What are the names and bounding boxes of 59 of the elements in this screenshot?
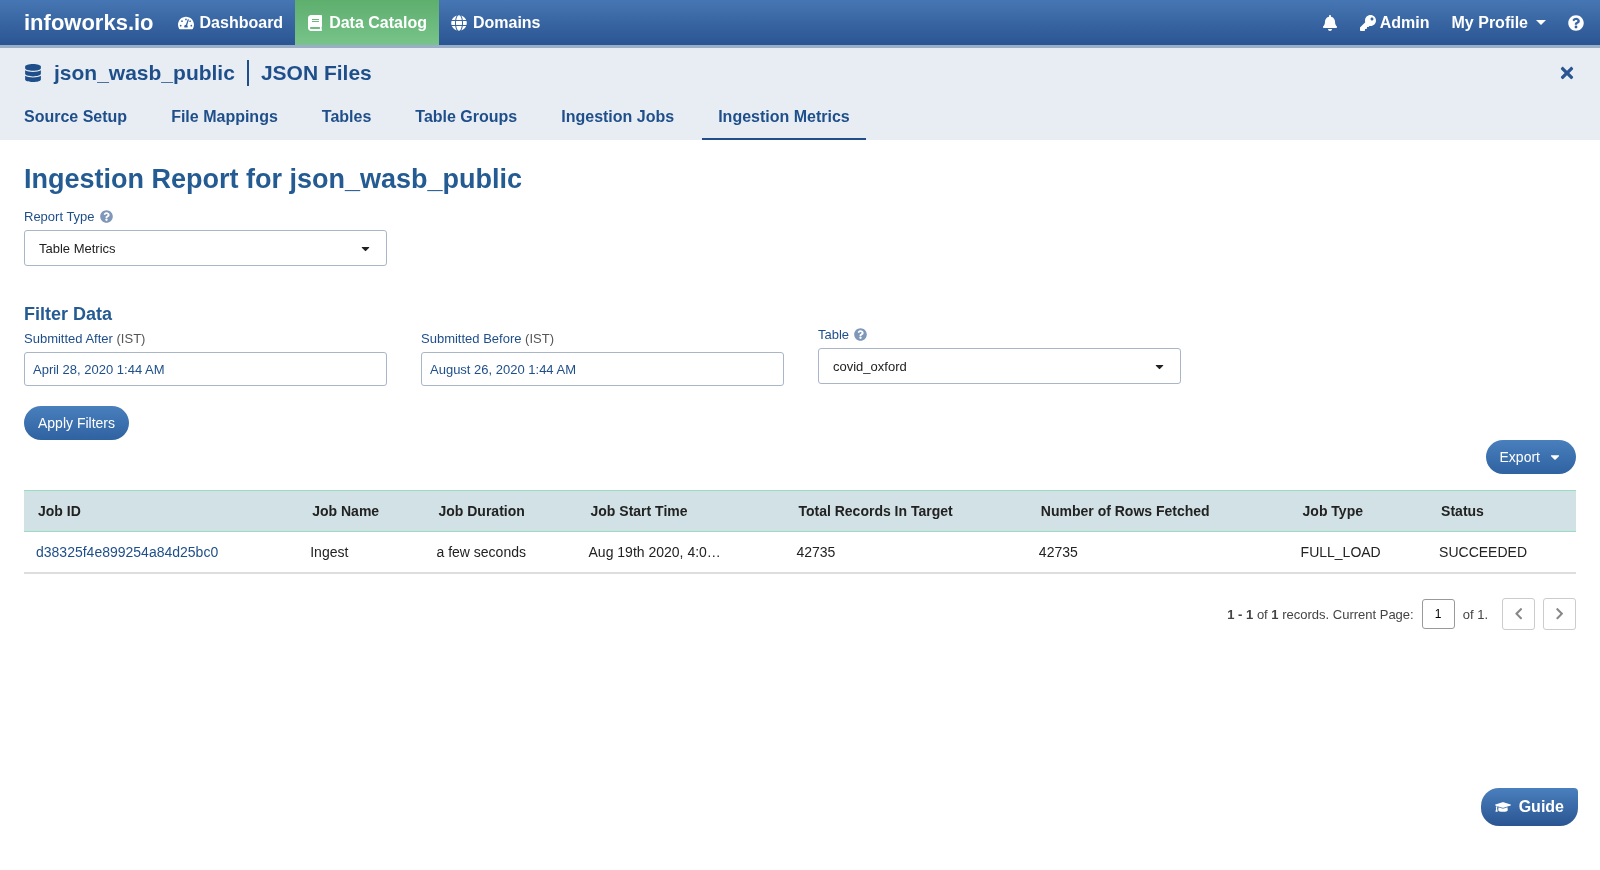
key-icon bbox=[1359, 14, 1376, 31]
table-cell: Aug 19th 2020, 4:0… bbox=[576, 531, 785, 573]
column-header[interactable]: Job Type bbox=[1288, 490, 1428, 532]
graduation-cap-icon bbox=[1494, 799, 1511, 815]
book-icon bbox=[307, 14, 324, 31]
database-icon bbox=[24, 64, 42, 82]
pagination-summary: 1 - 1 of 1 records. Current Page: bbox=[1227, 606, 1414, 622]
page-count: of 1. bbox=[1462, 606, 1488, 622]
field-label: Submitted After (IST) bbox=[24, 331, 146, 346]
field-label: Report Type bbox=[24, 209, 95, 224]
nav-item[interactable]: Domains bbox=[438, 0, 553, 45]
source-type: JSON Files bbox=[260, 61, 372, 85]
guide-button[interactable]: Guide bbox=[1480, 788, 1578, 826]
apply-filters-button[interactable]: Apply Filters bbox=[24, 406, 130, 440]
source-name: json_wasb_public bbox=[54, 61, 235, 85]
page-title: Ingestion Report for json_wasb_public bbox=[24, 164, 524, 195]
tab[interactable]: Tables bbox=[305, 98, 388, 140]
tab[interactable]: Table Groups bbox=[399, 98, 534, 140]
table-select[interactable]: covid_oxford bbox=[818, 348, 1181, 384]
table-cell: 42735 bbox=[784, 531, 1027, 573]
globe-icon bbox=[450, 14, 467, 31]
notifications-icon[interactable] bbox=[1321, 14, 1338, 31]
tab[interactable]: Source Setup bbox=[8, 98, 144, 140]
table-cell: a few seconds bbox=[424, 531, 577, 573]
report-type-select[interactable]: Table Metrics bbox=[24, 230, 387, 266]
close-button[interactable] bbox=[1558, 64, 1576, 82]
gauge-icon bbox=[177, 14, 194, 31]
tab[interactable]: Ingestion Metrics bbox=[702, 98, 866, 140]
column-header[interactable]: Job ID bbox=[24, 490, 299, 532]
logo[interactable]: infoworks.io bbox=[24, 0, 154, 45]
column-header[interactable]: Job Duration bbox=[424, 490, 577, 532]
date-input-field[interactable]: April 28, 2020 1:44 AM bbox=[24, 352, 387, 386]
previous-page-button[interactable] bbox=[1502, 598, 1535, 630]
section-heading: Filter Data bbox=[24, 304, 114, 325]
table-cell: FULL_LOAD bbox=[1288, 531, 1428, 573]
table-cell: 42735 bbox=[1026, 531, 1289, 573]
column-header[interactable]: Total Records In Target bbox=[784, 490, 1027, 532]
nav-item[interactable]: Dashboard bbox=[165, 0, 296, 45]
field-label: Submitted Before (IST) bbox=[421, 331, 554, 346]
help-icon[interactable] bbox=[99, 210, 113, 223]
page-input-field[interactable]: 1 bbox=[1421, 599, 1455, 629]
job-id-link[interactable]: d38325f4e899254a84d25bc0 bbox=[36, 544, 219, 560]
tab[interactable]: Ingestion Jobs bbox=[545, 98, 691, 140]
next-page-button[interactable] bbox=[1543, 598, 1576, 630]
admin-link[interactable]: Admin bbox=[1359, 13, 1430, 32]
column-header[interactable]: Status bbox=[1427, 490, 1576, 532]
help-icon[interactable] bbox=[1568, 14, 1584, 31]
profile-menu[interactable]: My Profile bbox=[1451, 13, 1546, 32]
column-header[interactable]: Job Name bbox=[298, 490, 425, 532]
table-cell: Ingest bbox=[298, 531, 425, 573]
column-header[interactable]: Number of Rows Fetched bbox=[1026, 490, 1289, 532]
help-icon[interactable] bbox=[854, 328, 868, 341]
column-header[interactable]: Job Start Time bbox=[576, 490, 785, 532]
table-cell: SUCCEEDED bbox=[1427, 531, 1576, 573]
caret-icon bbox=[1536, 20, 1546, 25]
tab[interactable]: File Mappings bbox=[155, 98, 294, 140]
date-input-field[interactable]: August 26, 2020 1:44 AM bbox=[421, 352, 784, 386]
export-button[interactable]: Export bbox=[1485, 440, 1576, 474]
field-label: Table bbox=[818, 327, 850, 342]
